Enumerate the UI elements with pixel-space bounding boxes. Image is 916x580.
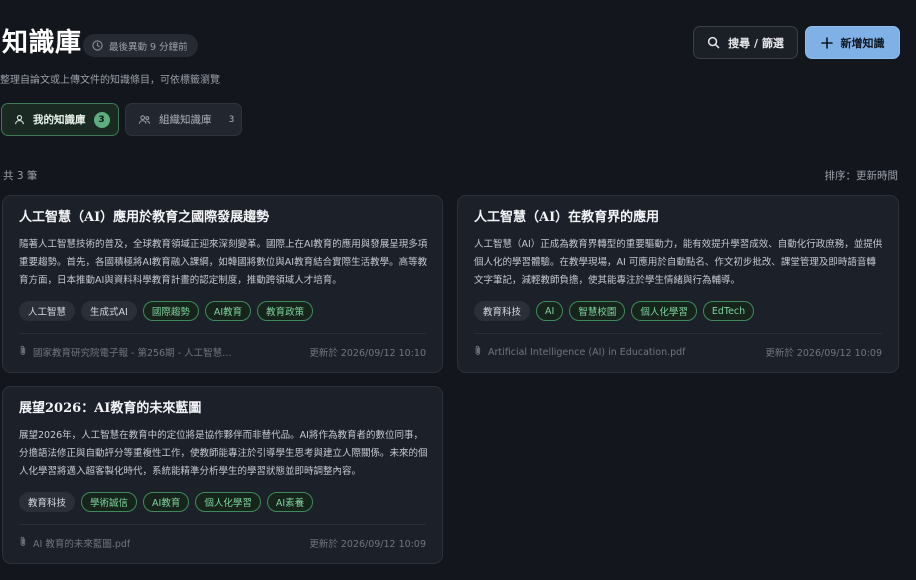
card-footer: Artificial Intelligence (AI) in Educatio… [474,345,882,359]
tag[interactable]: AI教育 [204,301,252,321]
last-updated-badge: 最後異動 9 分鐘前 [83,34,198,57]
card-summary: 展望2026年，人工智慧在教育中的定位將是協作夥伴而非替代品。AI將作為教育者的… [19,430,428,477]
tag[interactable]: 個人化學習 [631,301,697,321]
card-divider [474,333,882,334]
card-source: Artificial Intelligence (AI) in Educatio… [474,345,686,359]
knowledge-card[interactable]: 展望2026：AI教育的未來藍圖 展望2026年，人工智慧在教育中的定位將是協作… [2,386,443,564]
paperclip-icon [474,345,482,359]
knowledge-card[interactable]: 人工智慧（AI）在教育界的應用 人工智慧（AI）正成為教育界轉型的重要驅動力，能… [457,195,899,373]
card-source-text: Artificial Intelligence (AI) in Educatio… [488,346,686,358]
card-source-text: AI 教育的未來藍圖.pdf [33,539,131,550]
paperclip-icon [19,536,27,550]
page-subtitle: 整理自論文或上傳文件的知識條目，可依標籤瀏覽 [0,75,220,86]
search-filter-label: 搜尋 / 篩選 [728,36,784,50]
card-divider [19,524,426,525]
tab-my-knowledge-base[interactable]: 我的知識庫 3 [1,103,119,136]
search-filter-button[interactable]: 搜尋 / 篩選 [693,26,798,59]
card-source-text: 國家教育研究院電子報 - 第256期 - 人工智慧（AI）應用於教育之國際發展趨… [33,348,234,359]
tag[interactable]: 教育科技 [474,301,531,321]
tag[interactable]: 學術誠信 [81,492,138,512]
tab-org-knowledge-base-label: 組織知識庫 [159,114,212,126]
card-title: 人工智慧（AI）在教育界的應用 [474,210,660,225]
page-title: 知識庫 [2,28,82,58]
tag[interactable]: AI [536,301,564,321]
card-summary: 隨著人工智慧技術的普及，全球教育領域正迎來深刻變革。國際上在AI教育的應用與發展… [19,239,428,286]
card-source: AI 教育的未來藍圖.pdf [19,536,130,550]
card-footer: AI 教育的未來藍圖.pdf 更新於 2026/09/12 10:09 [19,536,426,550]
tab-org-knowledge-base-count: 3 [228,114,235,125]
users-icon [138,114,151,125]
search-icon [707,36,720,49]
card-source: 國家教育研究院電子報 - 第256期 - 人工智慧（AI）應用於教育之國際發展趨… [19,345,234,359]
tag[interactable]: AI素養 [266,492,314,512]
card-updated: 更新於 2026/09/12 10:09 [309,539,426,550]
last-updated-text: 最後異動 9 分鐘前 [109,41,188,53]
tag[interactable]: AI教育 [143,492,190,512]
tag[interactable]: 智慧校園 [569,301,626,321]
card-tags: 教育科技 AI 智慧校園 個人化學習 EdTech [474,301,755,321]
card-updated: 更新於 2026/09/12 10:09 [765,348,882,359]
tab-my-knowledge-base-label: 我的知識庫 [33,114,86,126]
tag[interactable]: EdTech [702,301,755,321]
plus-icon [820,36,833,49]
knowledge-card[interactable]: 人工智慧（AI）應用於教育之國際發展趨勢 隨著人工智慧技術的普及，全球教育領域正… [2,195,443,373]
card-title: 人工智慧（AI）應用於教育之國際發展趨勢 [19,210,270,225]
add-knowledge-button[interactable]: 新增知識 [805,26,900,59]
user-icon [14,114,25,125]
tag[interactable]: 個人化學習 [195,492,261,512]
tab-org-knowledge-base[interactable]: 組織知識庫 3 [125,103,242,136]
sort-control[interactable]: 排序：更新時間 [825,168,899,183]
card-summary: 人工智慧（AI）正成為教育界轉型的重要驅動力，能有效提升學習成效、自動化行政庶務… [474,239,883,286]
paperclip-icon [19,345,27,359]
clock-icon [92,40,103,51]
tag[interactable]: 人工智慧 [19,301,76,321]
card-tags: 教育科技 學術誠信 AI教育 個人化學習 AI素養 [19,492,314,512]
card-tags: 人工智慧 生成式AI 國際趨勢 AI教育 教育政策 [19,301,314,321]
card-divider [19,333,426,334]
tab-my-knowledge-base-count: 3 [93,111,110,128]
tag[interactable]: 教育科技 [19,492,76,512]
card-updated: 更新於 2026/09/12 10:10 [309,348,426,359]
tag[interactable]: 教育政策 [257,301,314,321]
tag[interactable]: 國際趨勢 [142,301,199,321]
add-knowledge-label: 新增知識 [840,36,885,50]
card-footer: 國家教育研究院電子報 - 第256期 - 人工智慧（AI）應用於教育之國際發展趨… [19,345,426,359]
tag[interactable]: 生成式AI [81,301,137,321]
card-title: 展望2026：AI教育的未來藍圖 [19,401,202,416]
knowledge-base-page: 知識庫 最後異動 9 分鐘前 整理自論文或上傳文件的知識條目，可依標籤瀏覽 搜尋… [0,0,916,580]
total-count: 共 3 筆 [3,170,38,182]
